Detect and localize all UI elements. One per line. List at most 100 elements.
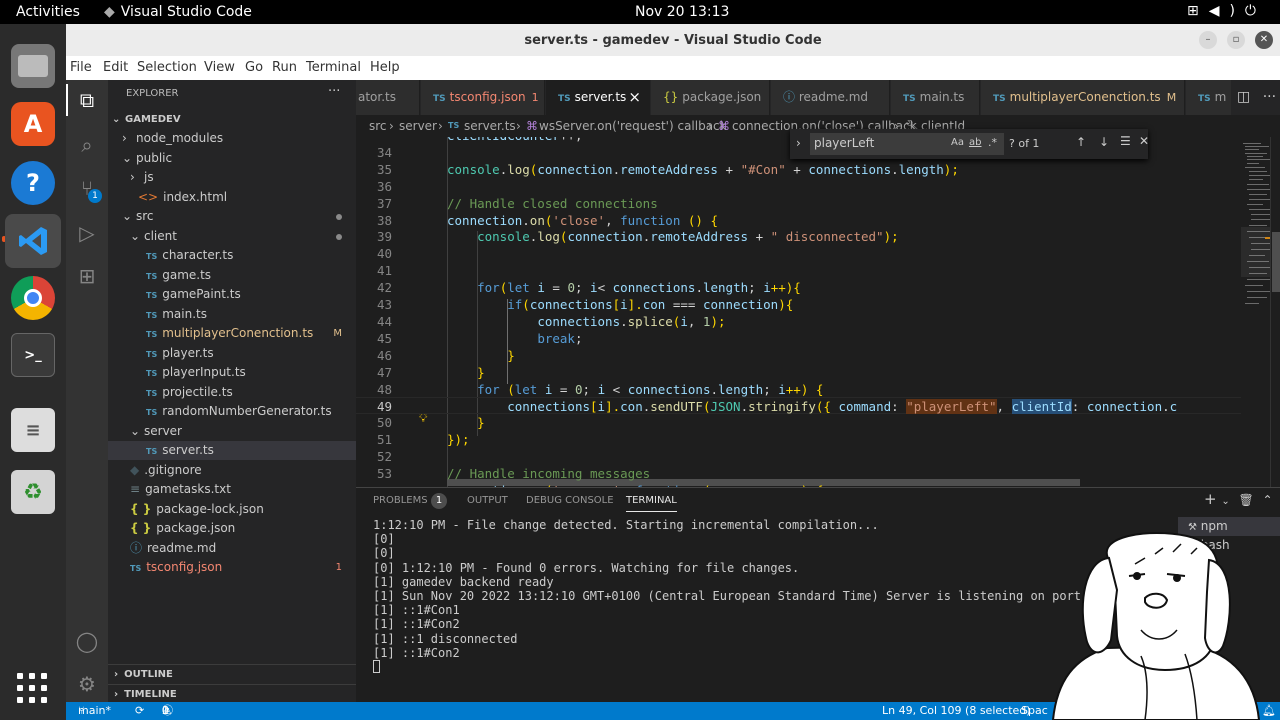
menu-view[interactable]: View	[204, 60, 235, 75]
tree-file[interactable]: TS game.ts	[108, 266, 356, 285]
tab-debug-console[interactable]: DEBUG CONSOLE	[526, 495, 614, 506]
files-icon[interactable]	[11, 44, 55, 88]
overview-ruler[interactable]	[1270, 137, 1280, 487]
toggle-replace-icon[interactable]: ›	[796, 136, 801, 150]
sync-icon[interactable]: ⟳	[135, 702, 144, 720]
search-icon[interactable]: ⌕	[74, 132, 100, 158]
timeline-section[interactable]: › TIMELINE	[108, 684, 356, 704]
menu-help[interactable]: Help	[370, 60, 400, 75]
tree-item-label: src	[136, 207, 154, 226]
tree-folder[interactable]: ⌄ public	[108, 149, 356, 168]
breadcrumb-src[interactable]: src	[369, 115, 387, 137]
cursor-position[interactable]: Ln 49, Col 109 (8 selected)	[882, 702, 1031, 720]
tree-file[interactable]: { } package.json	[108, 519, 356, 538]
breadcrumb-symbol-request[interactable]: wsServer.on('request') callback	[539, 115, 727, 137]
breadcrumb-server[interactable]: server	[399, 115, 437, 137]
find-input[interactable]: playerLeft Aa ab .*	[810, 133, 1004, 155]
menu-edit[interactable]: Edit	[103, 60, 128, 75]
maximize-panel-icon[interactable]: ⌃	[1263, 493, 1273, 507]
tree-folder[interactable]: › js	[108, 168, 356, 187]
extensions-icon[interactable]: ⊞	[74, 263, 100, 289]
tree-file[interactable]: TS multiplayerConenction.ts M	[108, 324, 356, 343]
app-menu[interactable]: ◆ Visual Studio Code	[104, 4, 252, 20]
tab-terminal[interactable]: TERMINAL	[626, 495, 677, 512]
editor-tab[interactable]: ⓘ readme.md	[771, 80, 890, 115]
tree-folder[interactable]: ⌄ client	[108, 227, 356, 246]
tab-output[interactable]: OUTPUT	[467, 495, 508, 506]
previous-match-icon[interactable]: ↑	[1076, 135, 1086, 149]
run-debug-icon[interactable]: ▷	[74, 220, 100, 246]
editor-more-icon[interactable]: ···	[1263, 89, 1276, 105]
tree-folder[interactable]: › node_modules	[108, 129, 356, 148]
editor-tab[interactable]: ator.ts	[356, 80, 420, 115]
accounts-icon[interactable]: ◯	[74, 628, 100, 654]
editor-tab[interactable]: TS main.ts	[891, 80, 980, 115]
chrome-icon[interactable]	[11, 276, 55, 320]
tree-file[interactable]: TS randomNumberGenerator.ts	[108, 402, 356, 421]
match-count: ? of 1	[1009, 137, 1040, 150]
vscode-icon[interactable]	[5, 214, 61, 268]
menu-run[interactable]: Run	[272, 60, 297, 75]
terminal-dropdown-icon[interactable]: ⌄	[1221, 496, 1229, 507]
editor-tab[interactable]: TS multiplayerConenction.ts M	[981, 80, 1185, 115]
editor-tab[interactable]: {} package.json	[651, 80, 770, 115]
new-terminal-icon[interactable]: +	[1204, 490, 1217, 508]
indentation-status[interactable]: Spac	[1021, 702, 1048, 720]
maximize-icon[interactable]: ▫	[1227, 31, 1245, 49]
minimize-icon[interactable]: –	[1199, 31, 1217, 49]
menu-file[interactable]: File	[70, 60, 92, 75]
close-find-icon[interactable]: ✕	[1139, 134, 1149, 148]
tree-file[interactable]: TS server.ts	[108, 441, 356, 460]
close-window-icon[interactable]: ✕	[1255, 31, 1273, 49]
tree-file[interactable]: TS gamePaint.ts	[108, 285, 356, 304]
show-apps-icon[interactable]	[17, 673, 47, 703]
match-word-icon[interactable]: ab	[969, 137, 981, 148]
tree-folder[interactable]: ⌄ server	[108, 422, 356, 441]
manage-gear-icon[interactable]: ⚙	[74, 671, 100, 697]
window-titlebar[interactable]: server.ts - gamedev - Visual Studio Code…	[66, 24, 1280, 56]
tree-item-label: TS game.ts	[146, 266, 211, 286]
help-icon[interactable]: ?	[11, 161, 55, 205]
menu-go[interactable]: Go	[245, 60, 263, 75]
explorer-icon[interactable]: ⧉	[74, 87, 100, 113]
terminal-output[interactable]: 1:12:10 PM - File change detected. Start…	[373, 518, 1103, 674]
breadcrumb-file[interactable]: server.ts	[464, 115, 516, 137]
tree-folder[interactable]: ⌄ src	[108, 207, 356, 226]
tree-file[interactable]: TS player.ts	[108, 344, 356, 363]
next-match-icon[interactable]: ↓	[1099, 135, 1109, 149]
editor-tab[interactable]: TS server.ts ×	[546, 80, 650, 115]
terminal-icon[interactable]: >_	[11, 333, 55, 377]
regex-icon[interactable]: .*	[988, 136, 997, 149]
clock[interactable]: Nov 20 13:13	[635, 4, 729, 20]
close-tab-icon[interactable]: ×	[628, 80, 641, 115]
tree-file[interactable]: TS character.ts	[108, 246, 356, 265]
explorer-root[interactable]: ⌄ GAMEDEV	[108, 110, 356, 129]
activities-button[interactable]: Activities	[16, 4, 80, 20]
more-actions-icon[interactable]: ···	[328, 84, 340, 99]
tree-file[interactable]: TS projectile.ts	[108, 383, 356, 402]
find-in-selection-icon[interactable]: ☰	[1120, 134, 1131, 148]
trash-icon[interactable]: ♻	[11, 470, 55, 514]
tree-file[interactable]: TS playerInput.ts	[108, 363, 356, 382]
match-case-icon[interactable]: Aa	[951, 137, 964, 148]
menu-terminal[interactable]: Terminal	[306, 60, 361, 75]
chevron-right-icon: ›	[114, 689, 119, 700]
code-editor[interactable]: 💡︎ clientIdCounter++;3435console.log(con…	[356, 137, 1241, 487]
editor-tab[interactable]: TS tsconfig.json 1	[421, 80, 545, 115]
kill-terminal-icon[interactable]: 🗑︎	[1239, 493, 1254, 507]
tree-file[interactable]: TS main.ts	[108, 305, 356, 324]
source-control-icon[interactable]: ⑂ 1	[74, 175, 102, 203]
software-center-icon[interactable]: A	[11, 102, 55, 146]
tree-file[interactable]: TS tsconfig.json 1	[108, 558, 356, 577]
tree-file[interactable]: ≡ gametasks.txt	[108, 480, 356, 499]
outline-section[interactable]: › OUTLINE	[108, 664, 356, 684]
split-editor-icon[interactable]: ◫	[1237, 89, 1250, 105]
tree-file[interactable]: <> index.html	[108, 188, 356, 207]
system-tray[interactable]: ⊞◀)⏻	[1187, 3, 1266, 19]
text-editor-icon[interactable]: ≡	[11, 408, 55, 452]
tree-file[interactable]: { } package-lock.json	[108, 500, 356, 519]
tree-file[interactable]: ◆ .gitignore	[108, 461, 356, 480]
menu-selection[interactable]: Selection	[137, 60, 197, 75]
tree-file[interactable]: ⓘ readme.md	[108, 539, 356, 558]
tab-problems[interactable]: PROBLEMS	[373, 495, 428, 506]
